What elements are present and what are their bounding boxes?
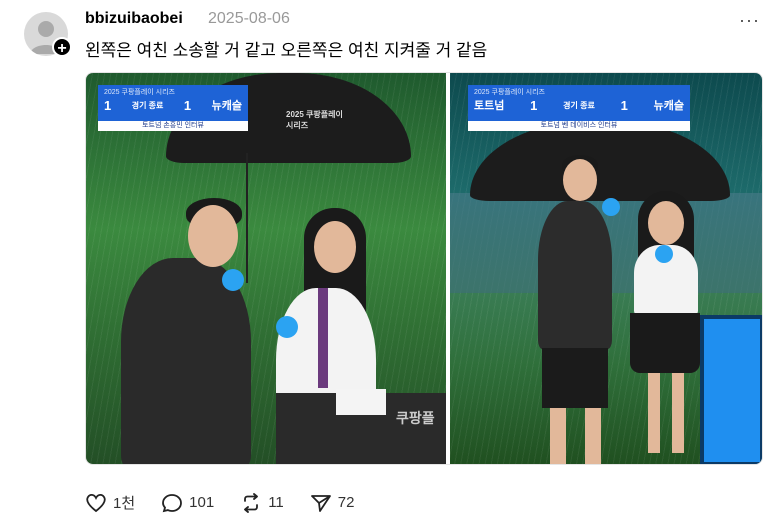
match-status: 경기 종료 [131, 100, 164, 110]
right-photo: 2025 쿠팡플레이 시리즈 토트넘 1 경기 종료 1 뉴캐슬 토트넘 벤 데… [450, 73, 762, 464]
share-count: 72 [337, 494, 355, 511]
comment-button[interactable]: 101 [161, 493, 214, 513]
interview-caption-right: 토트넘 벤 데이비스 인터뷰 [468, 121, 690, 131]
like-button[interactable]: 1천 [85, 492, 135, 513]
display-screen [700, 315, 762, 464]
share-button[interactable]: 72 [310, 493, 355, 513]
post-caption: 왼쪽은 여친 소송할 거 같고 오른쪽은 여친 지켜줄 거 같음 [85, 41, 488, 60]
left-photo: 2025 쿠팡플레이 시리즈 2025 쿠팡플레이 시리즈 1 경기 종료 1 … [86, 73, 446, 464]
desk-text: 쿠팡플 [396, 410, 435, 426]
comment-count: 101 [189, 494, 215, 511]
scoreboard-left: 2025 쿠팡플레이 시리즈 1 경기 종료 1 뉴캐슬 [98, 85, 248, 121]
away-score: 1 [183, 97, 192, 113]
more-options-button[interactable]: ··· [739, 10, 760, 31]
follow-button[interactable]: + [52, 37, 72, 57]
home-team: 토트넘 [474, 100, 505, 112]
home-score: 1 [104, 97, 112, 113]
umbrella-text: 2025 쿠팡플레이 시리즈 [286, 110, 343, 130]
microphone-icon [222, 269, 244, 291]
away-team: 뉴캐슬 [211, 100, 242, 112]
like-count: 1천 [113, 495, 136, 512]
heart-icon [86, 493, 106, 512]
microphone-icon [602, 198, 620, 216]
microphone-icon [655, 245, 673, 263]
player-right [538, 201, 612, 349]
papers [336, 389, 386, 415]
repost-icon [244, 492, 259, 513]
username[interactable]: bbizuibaobei [85, 10, 183, 28]
away-score: 1 [620, 97, 628, 113]
send-icon [310, 494, 331, 512]
post-actions: 1천 101 11 72 [85, 492, 380, 513]
scoreboard-right: 2025 쿠팡플레이 시리즈 토트넘 1 경기 종료 1 뉴캐슬 [468, 85, 690, 121]
away-team: 뉴캐슬 [653, 100, 684, 112]
comment-icon [162, 493, 183, 512]
repost-button[interactable]: 11 [240, 492, 284, 513]
post-image[interactable]: 2025 쿠팡플레이 시리즈 2025 쿠팡플레이 시리즈 1 경기 종료 1 … [85, 72, 763, 465]
microphone-icon [276, 316, 298, 338]
repost-count: 11 [268, 494, 284, 511]
home-score: 1 [530, 97, 538, 113]
interview-caption-left: 토트넘 손흥민 인터뷰 [98, 121, 248, 131]
post-date[interactable]: 2025-08-06 [208, 10, 290, 28]
match-status: 경기 종료 [563, 100, 595, 110]
